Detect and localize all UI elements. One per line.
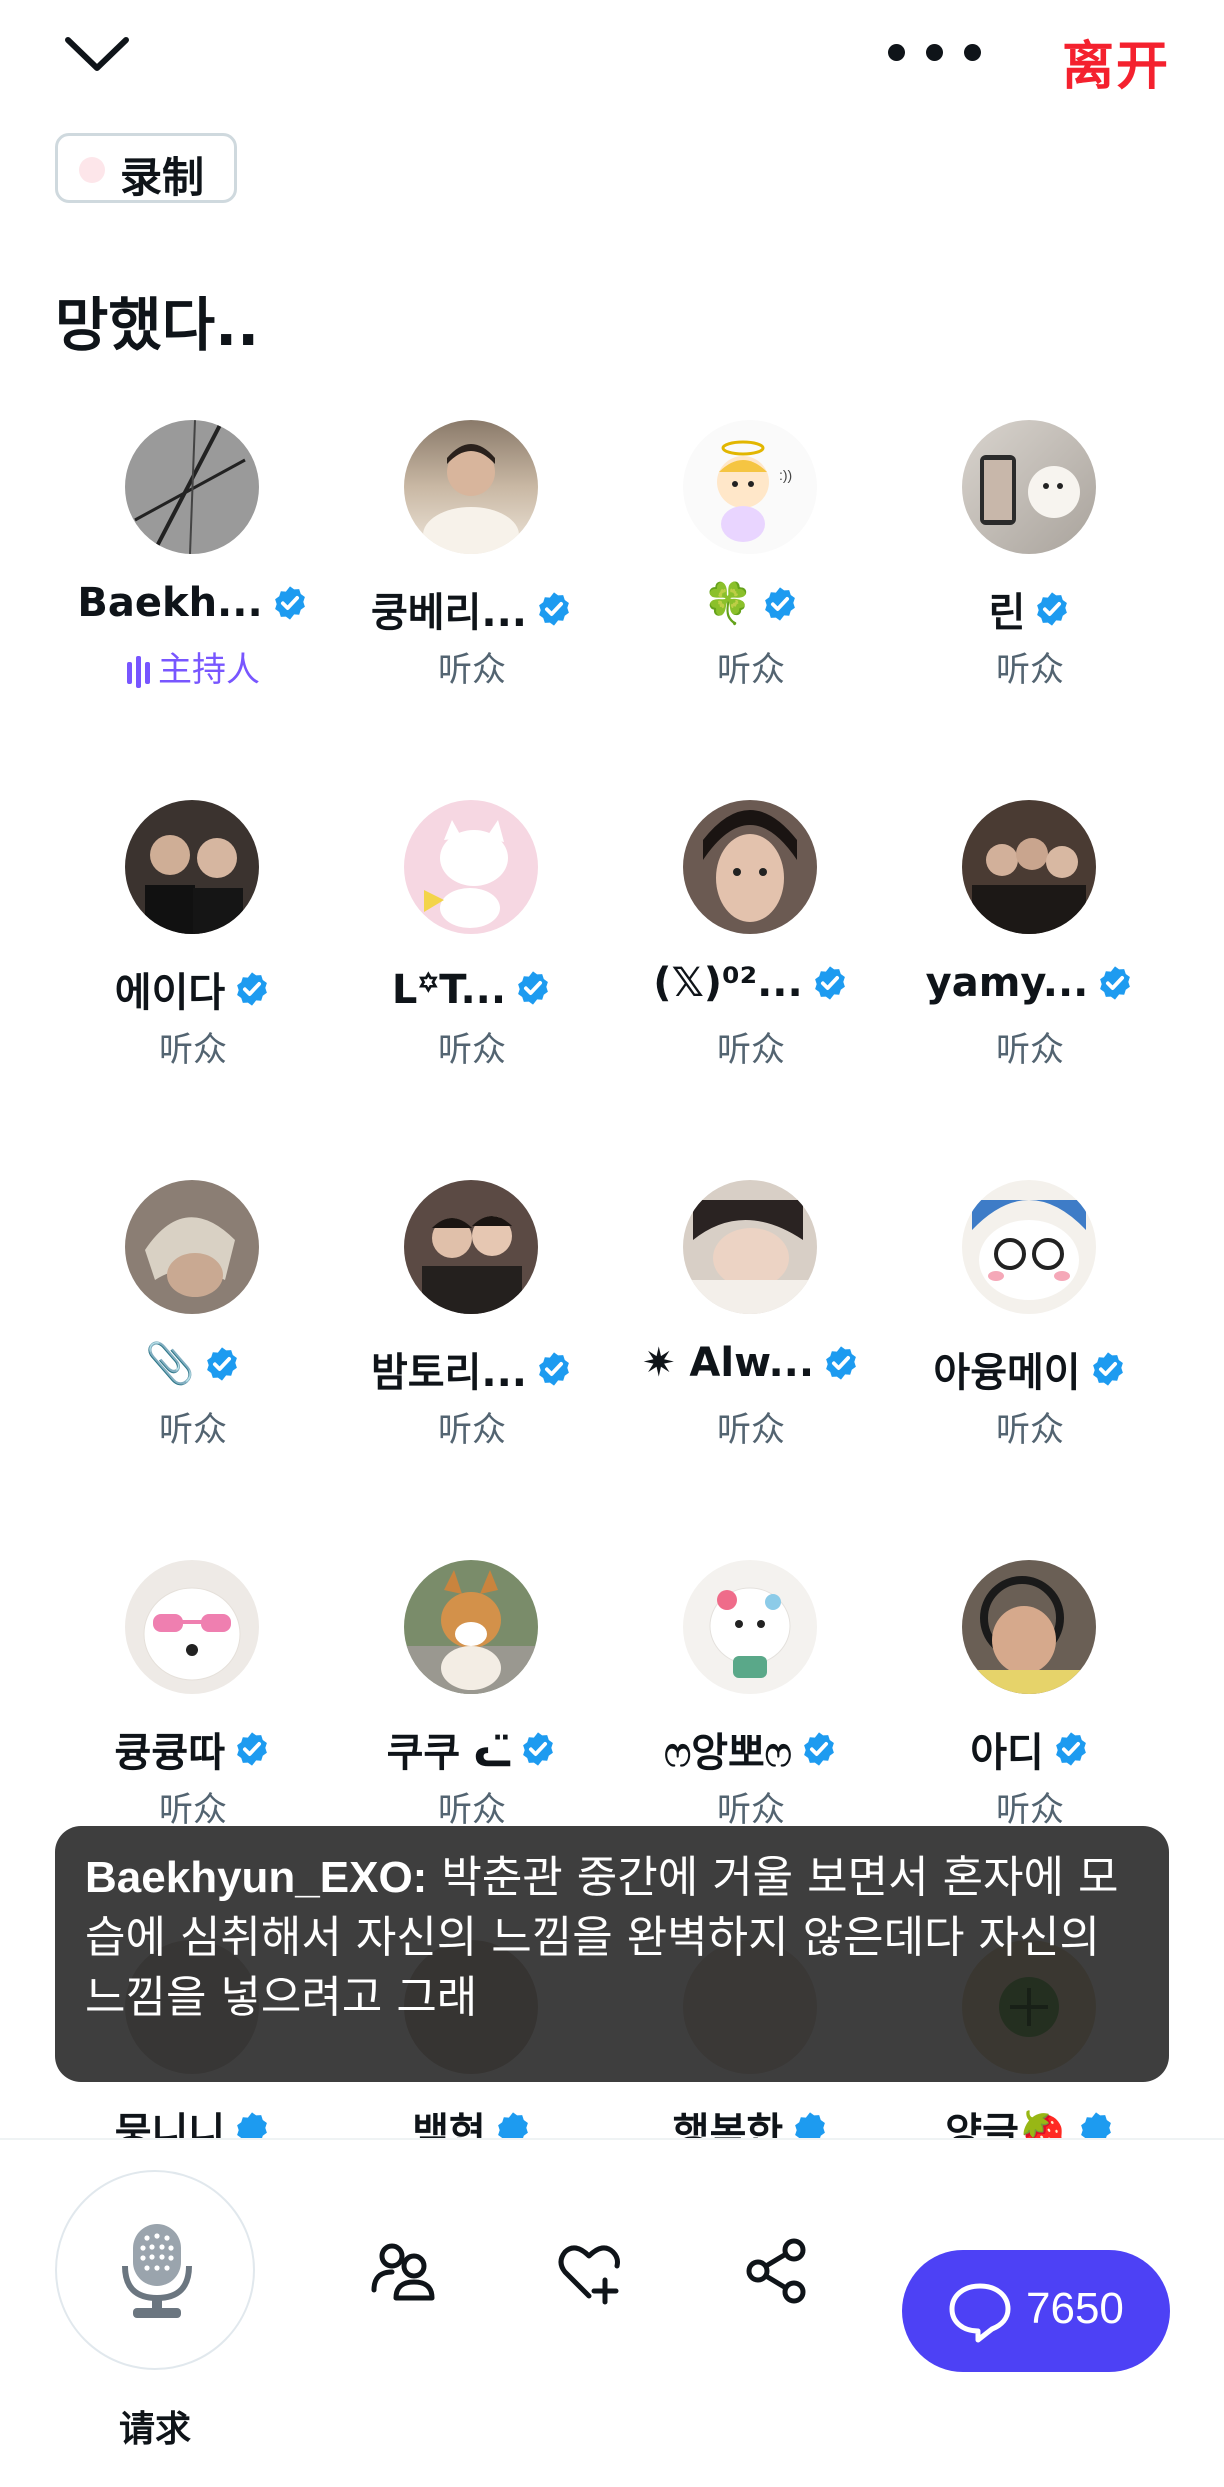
avatar xyxy=(683,1560,817,1694)
participant-name: (𝕏)⁰²... xyxy=(653,960,803,1006)
participant-name: 에이다 xyxy=(114,970,226,1016)
participant-role: 听众 xyxy=(717,650,785,690)
bottom-bar: 请求 7650 xyxy=(0,2138,1224,2487)
participant-cell[interactable]: (𝕏)⁰²... 听众 xyxy=(611,780,891,1120)
speaking-bars-icon xyxy=(127,655,150,688)
comments-button[interactable]: 7650 xyxy=(902,2250,1170,2372)
verified-badge-icon xyxy=(826,1346,856,1380)
participant-role: 听众 xyxy=(996,650,1064,690)
avatar xyxy=(404,420,538,554)
avatar xyxy=(962,800,1096,934)
participant-cell[interactable]: Baekh... 主持人 xyxy=(53,400,333,740)
record-label: 录制 xyxy=(120,153,205,202)
participant-name: L꙳T... xyxy=(391,967,507,1013)
participant-role: 听众 xyxy=(717,1410,785,1450)
verified-badge-icon xyxy=(539,592,569,626)
participant-name: 큥큥따 xyxy=(114,1730,226,1776)
participant-role: 听众 xyxy=(159,1790,227,1830)
participant-role: 听众 xyxy=(996,1030,1064,1070)
participant-cell[interactable]: yamy... 听众 xyxy=(890,780,1170,1120)
participants-icon[interactable] xyxy=(368,2236,438,2306)
avatar xyxy=(125,1180,259,1314)
verified-badge-icon xyxy=(1100,966,1131,1000)
avatar xyxy=(125,800,259,934)
verified-badge-icon xyxy=(237,972,268,1006)
microphone-icon xyxy=(122,2224,192,2318)
participant-name: 쿠쿠 ᓚ̈ xyxy=(386,1730,512,1776)
avatar xyxy=(404,1180,538,1314)
participant-role: 听众 xyxy=(159,1030,227,1070)
participant-role: 听众 xyxy=(438,1410,506,1450)
participant-name: 아디 xyxy=(970,1730,1044,1776)
comment-count: 7650 xyxy=(1026,2284,1124,2333)
participant-cell[interactable]: L꙳T... 听众 xyxy=(332,780,612,1120)
participant-cell[interactable]: 쿵베리... 听众 xyxy=(332,400,612,740)
verified-badge-icon xyxy=(1055,1732,1086,1766)
leave-button[interactable]: 离开 xyxy=(1062,24,1170,99)
participant-cell[interactable]: 에이다 听众 xyxy=(53,780,333,1120)
record-dot-icon xyxy=(79,157,105,183)
heart-add-icon[interactable] xyxy=(555,2236,625,2306)
avatar xyxy=(125,1560,259,1694)
avatar xyxy=(683,800,817,934)
more-options-icon[interactable] xyxy=(880,34,990,74)
participant-name: 🍀 xyxy=(703,581,753,627)
participant-name: 린 xyxy=(988,590,1026,636)
verified-badge-icon xyxy=(803,1732,834,1766)
caption-speaker: Baekhyun_EXO: xyxy=(85,1853,428,1902)
participant-role: 听众 xyxy=(438,1030,506,1070)
participant-name: 밤토리... xyxy=(371,1350,527,1396)
avatar: :)) xyxy=(683,420,817,554)
verified-badge-icon xyxy=(274,586,305,620)
participant-name: ෆ앙뽀ෆ xyxy=(664,1730,792,1776)
participant-name: ✷ Alw... xyxy=(641,1340,815,1386)
participant-name: 아융메이 xyxy=(933,1350,1081,1396)
participant-role: 主持人 xyxy=(158,650,260,690)
participant-role: 听众 xyxy=(717,1790,785,1830)
verified-badge-icon xyxy=(814,966,845,1000)
verified-badge-icon xyxy=(539,1352,569,1386)
participant-role: 听众 xyxy=(438,650,506,690)
avatar xyxy=(962,1180,1096,1314)
participant-role: 听众 xyxy=(717,1030,785,1070)
participant-role: 听众 xyxy=(159,1410,227,1450)
live-caption: Baekhyun_EXO: 박춘관 중간에 거울 보면서 혼자에 모습에 심취해… xyxy=(55,1826,1169,2082)
participant-cell[interactable]: :)) 🍀 听众 xyxy=(611,400,891,740)
avatar xyxy=(683,1180,817,1314)
participant-name: yamy... xyxy=(925,960,1089,1006)
verified-badge-icon xyxy=(237,1732,268,1766)
chat-bubble-icon xyxy=(949,2283,1011,2343)
participant-cell[interactable]: 밤토리... 听众 xyxy=(332,1160,612,1500)
verified-badge-icon xyxy=(1092,1352,1123,1386)
verified-badge-icon xyxy=(765,586,795,621)
verified-badge-icon xyxy=(1037,592,1068,626)
verified-badge-icon xyxy=(207,1346,237,1381)
share-icon[interactable] xyxy=(742,2236,812,2306)
participant-cell[interactable]: 📎 听众 xyxy=(53,1160,333,1500)
participant-name: 📎 xyxy=(145,1341,195,1387)
participant-role: 听众 xyxy=(996,1790,1064,1830)
svg-text::)): :)) xyxy=(779,467,792,483)
participant-name: Baekh... xyxy=(77,580,263,626)
participant-name: 쿵베리... xyxy=(371,590,527,636)
chevron-down-icon[interactable] xyxy=(62,28,132,78)
participant-role: 听众 xyxy=(996,1410,1064,1450)
request-mic-button[interactable] xyxy=(55,2170,255,2370)
verified-badge-icon xyxy=(518,970,548,1005)
verified-badge-icon xyxy=(523,1732,554,1766)
avatar xyxy=(125,420,259,554)
avatar xyxy=(962,420,1096,554)
participant-cell[interactable]: ✷ Alw... 听众 xyxy=(611,1160,891,1500)
avatar xyxy=(404,800,538,934)
request-label: 请求 xyxy=(118,2409,191,2450)
avatar xyxy=(962,1560,1096,1694)
participant-cell[interactable]: 아융메이 听众 xyxy=(890,1160,1170,1500)
participant-role: 听众 xyxy=(438,1790,506,1830)
avatar xyxy=(404,1560,538,1694)
participant-cell[interactable]: 린 听众 xyxy=(890,400,1170,740)
top-bar: 离开 xyxy=(0,0,1224,110)
space-title: 망했다.. xyxy=(55,291,260,359)
record-chip[interactable]: 录制 xyxy=(55,133,237,203)
